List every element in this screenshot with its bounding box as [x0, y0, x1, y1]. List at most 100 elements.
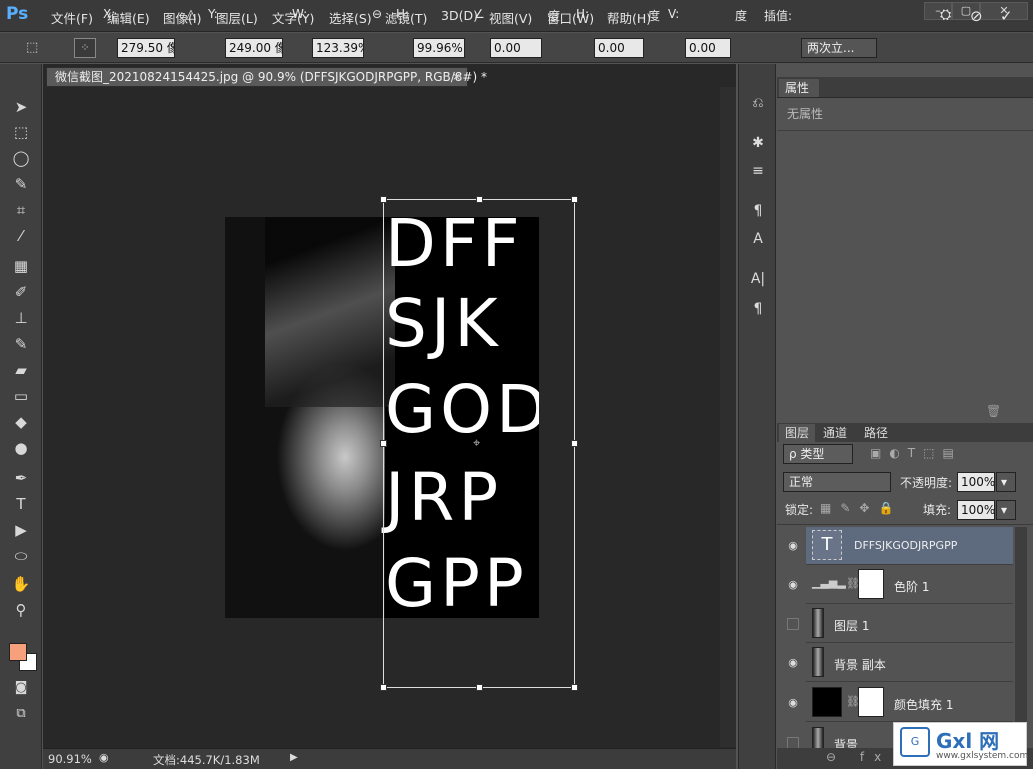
interpolation-select[interactable]: 两次立...: [801, 38, 877, 58]
watermark: G Gxl 网 www.gxlsystem.com: [893, 722, 1028, 766]
zoom-level[interactable]: 90.91%: [48, 752, 92, 766]
x-input[interactable]: 279.50 像: [117, 38, 175, 58]
opacity-dropdown[interactable]: ▾: [996, 472, 1016, 492]
zoom-tool-icon[interactable]: ⚲: [8, 598, 34, 622]
ellipse-tool-icon[interactable]: ⬭: [8, 544, 34, 568]
y-input[interactable]: 249.00 像: [225, 38, 283, 58]
hand-tool-icon[interactable]: ✋: [8, 572, 34, 596]
brush-tool-icon[interactable]: ✐: [8, 280, 34, 304]
opacity-input[interactable]: 100%: [957, 472, 995, 492]
layer-row[interactable]: 背景 副本: [806, 644, 1013, 682]
brush-presets-icon[interactable]: ≡: [747, 160, 769, 182]
hskew-input[interactable]: 0.00: [594, 38, 644, 58]
lock-icons[interactable]: ▦✎✥🔒: [820, 501, 902, 515]
eraser-tool-icon[interactable]: ▰: [8, 358, 34, 382]
pen-tool-icon[interactable]: ✒: [8, 466, 34, 490]
close-document-icon[interactable]: ×: [452, 70, 461, 83]
rotate-input[interactable]: 0.00: [490, 38, 542, 58]
relative-position-icon[interactable]: △: [186, 7, 196, 22]
marquee-tool-icon[interactable]: ⬚: [8, 120, 34, 144]
transform-handle[interactable]: [380, 440, 387, 447]
move-tool-icon[interactable]: ➤: [8, 95, 34, 119]
vskew-input[interactable]: 0.00: [685, 38, 731, 58]
status-arrow-icon[interactable]: ▶: [290, 752, 298, 763]
transform-handle[interactable]: [476, 196, 483, 203]
layers-scrollbar[interactable]: [1015, 527, 1027, 742]
status-menu-icon[interactable]: ◉: [99, 751, 109, 764]
tab-layers[interactable]: 图层: [779, 424, 816, 442]
vertical-scrollbar[interactable]: [720, 87, 736, 747]
tab-properties[interactable]: 属性: [779, 79, 819, 97]
crop-tool-icon[interactable]: ⌗: [8, 198, 34, 222]
history-panel-icon[interactable]: ⎌: [747, 92, 769, 114]
trash-icon[interactable]: 🗑: [986, 404, 1001, 418]
gradient-tool-icon[interactable]: ▭: [8, 384, 34, 408]
history-brush-icon[interactable]: ✎: [8, 332, 34, 356]
layer-visibility-toggle[interactable]: [787, 618, 799, 630]
layer-mask-thumbnail[interactable]: [858, 687, 884, 717]
menu-help[interactable]: 帮助(H): [607, 8, 651, 27]
dodge-tool-icon[interactable]: ●: [8, 436, 34, 460]
blur-tool-icon[interactable]: ◆: [8, 410, 34, 434]
layer-visibility-toggle[interactable]: ◉: [784, 537, 802, 555]
blend-mode-select[interactable]: 正常: [783, 472, 891, 492]
layer-visibility-toggle[interactable]: ◉: [784, 694, 802, 712]
brush-panel-icon[interactable]: ✱: [747, 132, 769, 154]
eyedropper-icon[interactable]: ⁄: [8, 224, 34, 248]
layer-name: 图层 1: [834, 619, 870, 633]
transform-handle[interactable]: [380, 196, 387, 203]
transform-handle[interactable]: [380, 684, 387, 691]
layer-thumbnail: ▁▃▅▂: [812, 569, 846, 599]
path-select-icon[interactable]: ▶: [8, 518, 34, 542]
clone-stamp-icon[interactable]: ⊥: [8, 306, 34, 330]
fill-dropdown[interactable]: ▾: [996, 500, 1016, 520]
screen-mode-icon[interactable]: ⧉: [8, 702, 34, 726]
link-icon[interactable]: ⊖: [372, 7, 382, 21]
width-input[interactable]: 123.39%: [312, 38, 364, 58]
transform-handle[interactable]: [571, 196, 578, 203]
layer-name: 色阶 1: [894, 580, 930, 594]
character-panel-icon[interactable]: A|: [747, 268, 769, 290]
tab-channels[interactable]: 通道: [817, 424, 853, 442]
transform-handle[interactable]: [571, 684, 578, 691]
healing-brush-icon[interactable]: ▦: [8, 254, 34, 278]
quick-select-icon[interactable]: ✎: [8, 172, 34, 196]
cancel-transform-icon[interactable]: ⊘: [970, 7, 983, 25]
layer-row[interactable]: ⛓ 颜色填充 1: [806, 684, 1013, 722]
height-input[interactable]: 99.96%: [413, 38, 465, 58]
angle-icon: ∠: [474, 7, 485, 21]
menu-layer[interactable]: 图层(L): [216, 8, 258, 27]
transform-handle[interactable]: [476, 684, 483, 691]
layer-visibility-toggle[interactable]: ◉: [784, 576, 802, 594]
transform-handle[interactable]: [571, 440, 578, 447]
transform-tool-icon[interactable]: ⬚: [26, 40, 38, 55]
menu-3d[interactable]: 3D(D): [441, 8, 478, 23]
tab-paths[interactable]: 路径: [858, 424, 894, 442]
menu-view[interactable]: 视图(V): [489, 8, 532, 27]
filter-icons[interactable]: ▣◐T⬚▤: [870, 446, 962, 460]
type-tool-icon[interactable]: T: [8, 492, 34, 516]
foreground-color-swatch[interactable]: [9, 643, 27, 661]
quick-mask-icon[interactable]: ◙: [8, 676, 34, 700]
reference-point-icon[interactable]: ⁘: [74, 38, 96, 58]
layer-visibility-toggle[interactable]: ◉: [784, 654, 802, 672]
fill-input[interactable]: 100%: [957, 500, 995, 520]
commit-transform-icon[interactable]: ✓: [1000, 7, 1013, 25]
document-tab[interactable]: 微信截图_20210824154425.jpg @ 90.9% (DFFSJKG…: [46, 67, 487, 87]
character-styles-icon[interactable]: ¶: [747, 200, 769, 222]
layers-header: [777, 423, 1033, 442]
pivot-crosshair-icon[interactable]: ⌖: [473, 436, 480, 451]
warp-icon[interactable]: ⛭: [940, 7, 951, 23]
lasso-tool-icon[interactable]: ◯: [8, 146, 34, 170]
paragraph-styles-icon[interactable]: A: [747, 228, 769, 250]
layer-mask-thumbnail[interactable]: [858, 569, 884, 599]
menu-select[interactable]: 选择(S): [329, 8, 372, 27]
layer-row[interactable]: T DFFSJKGODJRPGPP: [806, 527, 1013, 565]
layer-row[interactable]: 图层 1: [806, 605, 1013, 643]
layer-name: 颜色填充 1: [894, 698, 954, 712]
layer-footer-icons[interactable]: ⊖ fx: [826, 750, 891, 764]
paragraph-panel-icon[interactable]: ¶: [747, 298, 769, 320]
layer-row[interactable]: ▁▃▅▂ ⛓ 色阶 1: [806, 566, 1013, 604]
menu-file[interactable]: 文件(F): [51, 8, 93, 27]
layer-filter-select[interactable]: ρ 类型: [783, 444, 853, 464]
